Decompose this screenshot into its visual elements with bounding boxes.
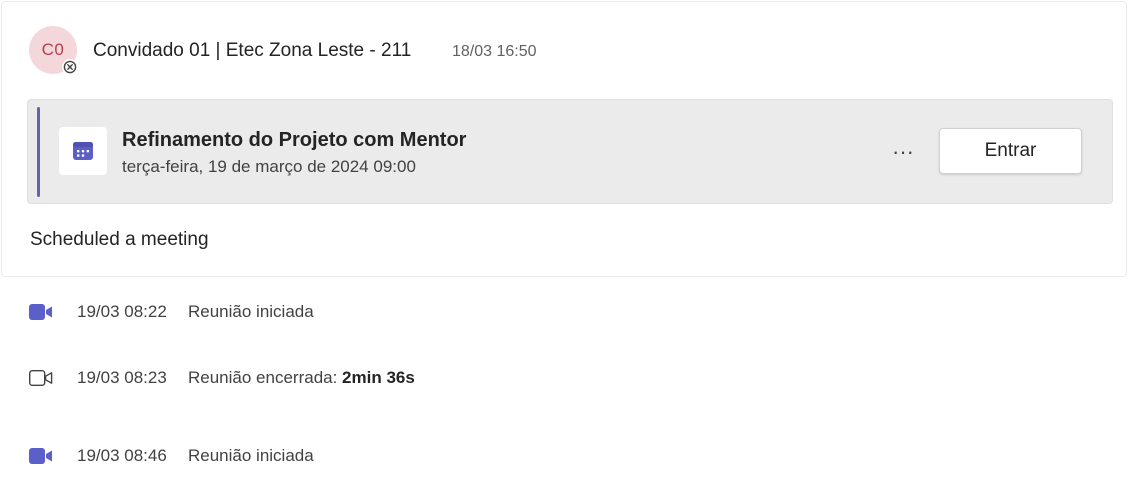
event-time: 19/03 08:22: [77, 302, 167, 321]
more-options-button[interactable]: ···: [888, 138, 918, 166]
event-description: Reunião iniciada: [188, 446, 314, 465]
chat-message-post: C0 Convidado 01 | Etec Zona Leste - 211 …: [1, 1, 1127, 277]
event-text: Reunião encerrada: 2min 36s: [188, 368, 415, 388]
message-timestamp: 18/03 16:50: [452, 43, 537, 60]
message-text: Scheduled a meeting: [30, 229, 209, 250]
event-row: 19/03 08:46 Reunião iniciada: [28, 444, 314, 468]
avatar-initials: C0: [41, 40, 65, 59]
meeting-datetime: terça-feira, 19 de março de 2024 09:00: [122, 157, 416, 176]
event-description: Reunião encerrada:: [188, 368, 343, 387]
event-row: 19/03 08:23 Reunião encerrada: 2min 36s: [28, 366, 415, 390]
event-row: 19/03 08:22 Reunião iniciada: [28, 300, 314, 324]
event-time: 19/03 08:23: [77, 368, 167, 387]
video-camera-filled-icon: [28, 302, 54, 322]
join-button[interactable]: Entrar: [939, 128, 1082, 174]
event-text: Reunião iniciada: [188, 302, 314, 322]
meeting-card[interactable]: Refinamento do Projeto com Mentor terça-…: [27, 99, 1113, 204]
card-accent-bar: [37, 107, 40, 197]
calendar-icon: [59, 127, 107, 175]
video-camera-outline-icon: [28, 368, 54, 388]
blocked-circle-icon: [62, 59, 78, 75]
video-camera-filled-icon: [28, 446, 54, 466]
event-description: Reunião iniciada: [188, 302, 314, 321]
sender-name: Convidado 01 | Etec Zona Leste - 211: [93, 40, 412, 61]
meeting-duration: 2min 36s: [342, 368, 415, 387]
event-time: 19/03 08:46: [77, 446, 167, 465]
event-text: Reunião iniciada: [188, 446, 314, 466]
meeting-title[interactable]: Refinamento do Projeto com Mentor: [122, 129, 466, 152]
